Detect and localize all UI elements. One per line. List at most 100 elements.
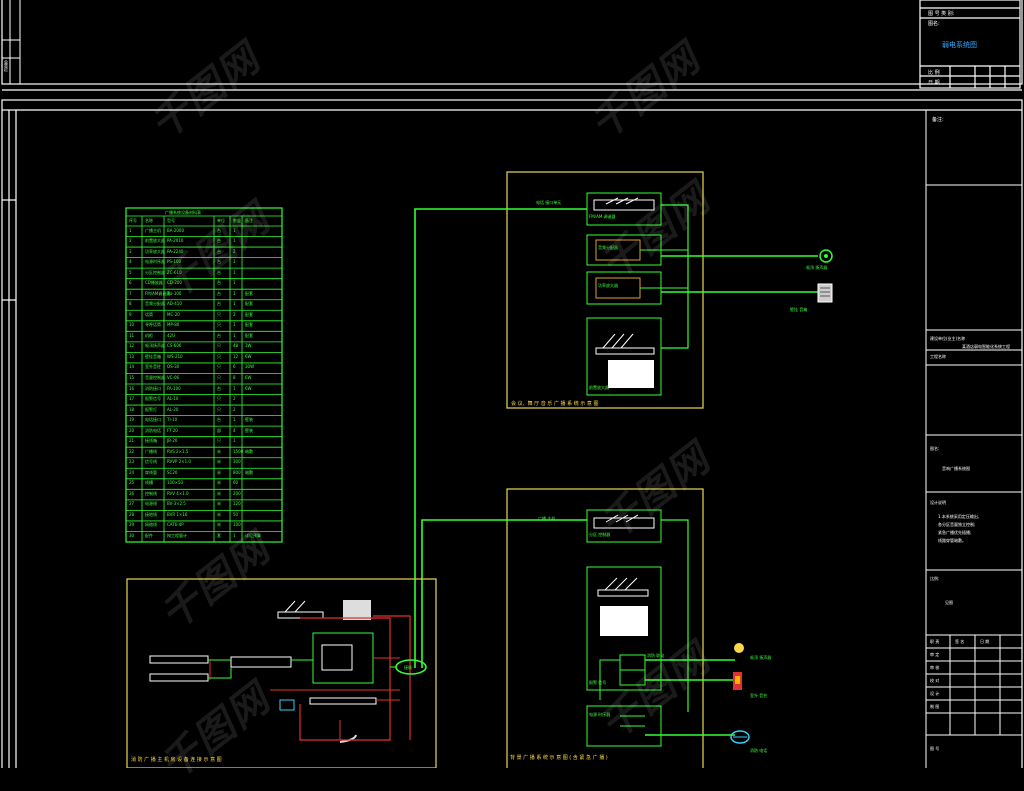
panel-a-device-1: 电话 接口单元 [536,200,562,205]
right-title-block [925,110,1022,768]
panel-b-endpoint-1: 吸顶 扬声器 [750,655,772,660]
legend-cell: 8 [129,301,132,307]
panel-b-device-1: 广播 主机 [538,516,556,521]
legend-cell: CAT6-4P [167,522,184,528]
legend-cell: 4 [129,259,132,265]
broadcast-host-icon [597,577,649,636]
legend-cell: FA-100 [167,385,181,391]
legend-cell: 消防接口 [145,385,161,391]
legend-cell: 30 [129,532,135,538]
legend-cell: MC-20 [167,311,180,317]
legend-cell: AL-10 [167,396,179,402]
legend-cell: 25 [129,480,135,486]
legend-cell: 200 [233,490,241,496]
legend-cell: 部 [217,427,221,433]
legend-cell: 24 [129,469,135,475]
legend-cell: 16 [129,385,135,391]
legend-header-cell: 名称 [145,218,153,223]
legend-cell: 前置放大器 [145,238,165,244]
rtb-sign-row-2: 审 核 [930,665,940,670]
legend-cell: 报警灯 [145,406,157,412]
legend-cell: VC-06 [167,374,180,380]
legend-cell: 接线箱 [145,438,157,444]
legend-cell: 26 [129,490,135,496]
legend-cell: 1 [233,417,236,423]
legend-cell: 壁装 [245,417,253,423]
legend-cell: 23 [129,459,135,465]
legend-cell: 9 [129,311,132,317]
legend-cell: 2 [233,396,236,402]
legend-cell: 只 [217,438,221,444]
legend-cell: 6W [245,374,252,380]
rtb-sign-header-1: 职 责 [930,639,940,644]
legend-cell: 配套 [245,322,253,328]
legend-cell: 3W [245,343,252,349]
rtb-client-value: 某酒店弱电智能化系统工程 [962,344,1010,349]
rtb-client-label: 建设单位(业主)名称 [930,336,966,341]
legend-header-cell: 型号 [167,218,175,223]
legend-cell: 电话接口 [145,417,161,423]
cad-drawing-sheet: 图 号 类 别: 图名: 弱电系统图 比 例 日 期 会签栏 会 议、舞 厅 音… [0,0,1024,789]
legend-cell: 话筒 [145,311,153,317]
rtb-project-label: 工程名称 [930,354,946,359]
legend-cell: 广播主机 [145,227,161,233]
rtb-drawing-value: 音响广播系统图 [942,466,970,471]
legend-cell: 米 [217,459,221,465]
legend-cell: 13 [129,353,135,359]
main-sheet-frame [1,99,1023,768]
panel-a-endpoint-2: 壁挂 音箱 [790,307,808,312]
legend-cell: 机柜 [145,332,153,338]
legend-cell: 米 [217,522,221,528]
legend-cell: 台 [217,332,221,338]
legend-cell: 米 [217,469,221,475]
legend-cell: JB-20 [167,438,178,444]
legend-cell: BVR 1×16 [167,511,188,517]
legend-cell: 300 [233,459,241,465]
legend-cell: 6 [233,364,236,370]
legend-cell: 米 [217,511,221,517]
legend-cell: 音量控制器 [145,374,165,380]
legend-cell: 电源线 [145,501,157,507]
legend-cell: RVS 2×1.5 [167,448,189,454]
legend-cell: 50 [233,511,239,517]
legend-cell: 22 [129,448,135,454]
legend-cell: 100×50 [167,480,184,486]
legend-cell: 1 [233,332,236,338]
legend-cell: 28 [129,511,135,517]
legend-cell: 18 [129,406,135,412]
rtb-desc-line-3: 紧急广播优先插播; [938,530,972,535]
legend-cell: 台 [217,290,221,296]
top-block-field-2: 图名: [928,21,940,27]
legend-cell: BA-2000 [167,227,185,233]
rtb-sign-row-5: 制 图 [930,704,940,709]
panel-a-label: 会 议、舞 厅 音 乐 广 播 系 统 示 意 图 [511,401,599,407]
top-sheet-frame [1,0,1023,91]
legend-cell: 12 [233,353,239,359]
legend-cell: 20 [129,427,135,433]
legend-cell: 1 [233,438,236,444]
legend-cell: 800 [233,469,241,475]
legend-cell: 15 [129,374,135,380]
legend-cell: 19 [129,417,135,423]
rtb-sign-row-4: 设 计 [930,691,940,696]
legend-cell: 10 [129,322,135,328]
legend-cell: 27 [129,501,135,507]
legend-cell: TI-10 [167,417,178,423]
legend-cell: 穿线管 [145,469,157,475]
legend-cell: 米 [217,501,221,507]
legend-cell: OS-30 [167,364,180,370]
top-drawing-name: 弱电系统图 [942,41,977,49]
legend-cell: 消防电话 [145,427,161,433]
legend-cell: 吸顶扬声器 [145,343,165,349]
legend-cell: 29 [129,522,135,528]
legend-cell: 报警信号 [145,396,161,402]
legend-cell: 网络线 [145,522,157,528]
rtb-desc-line-2: 各分区音量独立控制; [938,522,976,527]
panel-b-endpoint-2: 室外 音柱 [750,693,768,698]
legend-cell: 米 [217,480,221,486]
rtb-sign-row-1: 审 定 [930,652,940,657]
legend-cell: 台 [217,417,221,423]
panel-a-device-5: 前置放大器 [589,385,609,390]
legend-cell: 配件 [145,532,153,538]
legend-cell: 只 [217,374,221,380]
